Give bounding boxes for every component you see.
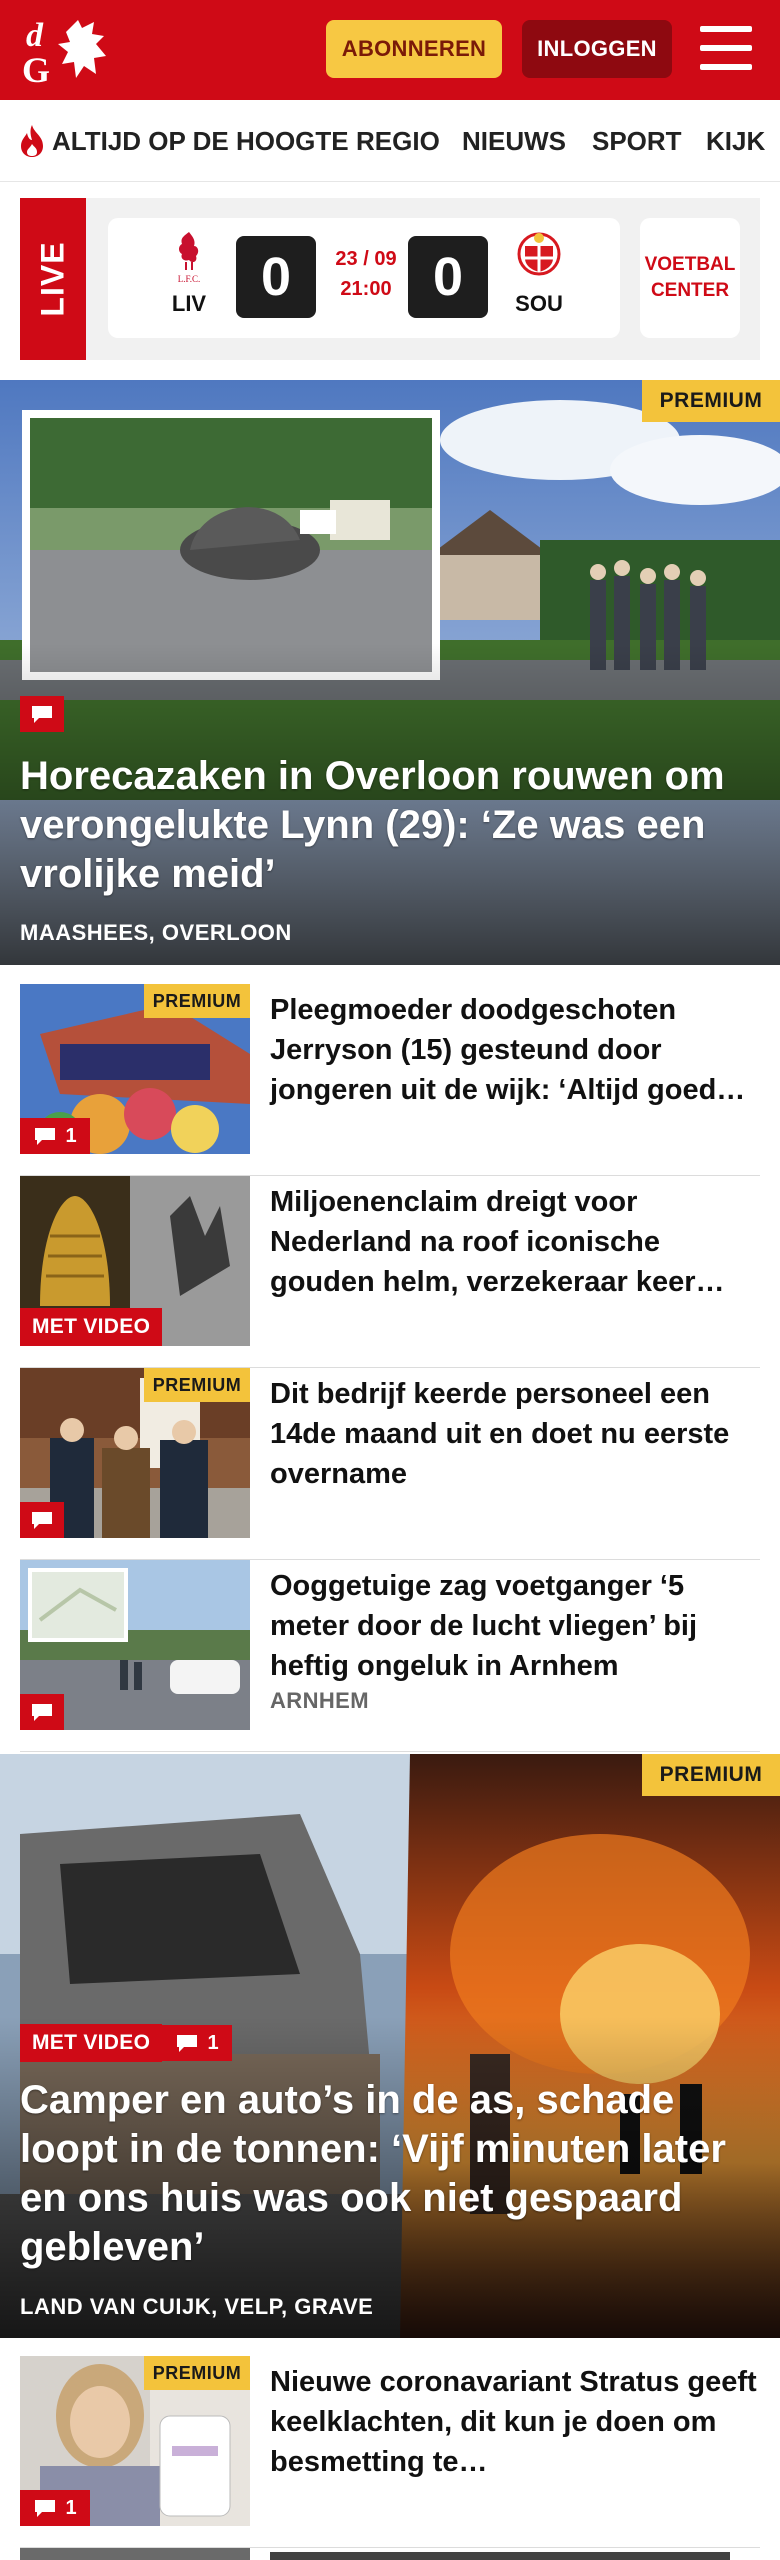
liverpool-crest-icon: L.F.C. — [178, 232, 201, 284]
match-datetime: 23 / 09 21:00 — [324, 244, 408, 304]
video-badge: MET VIDEO — [20, 1308, 163, 1346]
away-score: 0 — [408, 236, 488, 318]
live-tag: LIVE — [20, 198, 86, 360]
live-match-widget: LIVE L.F.C. LIV 0 23 / 09 21:00 0 SOU VO — [20, 198, 760, 360]
hero-article[interactable]: PREMIUM MET VIDEO 1 Camper en auto’s in … — [0, 1754, 780, 2338]
flame-icon — [21, 125, 43, 157]
nav-item-kijk[interactable]: KIJK — [706, 100, 765, 181]
match-card[interactable]: L.F.C. LIV 0 23 / 09 21:00 0 SOU — [108, 218, 620, 338]
hero-article[interactable]: PREMIUM Horecazaken in Overloon rouwen o… — [0, 380, 780, 965]
premium-badge: PREMIUM — [642, 1754, 780, 1796]
list-item[interactable]: PREMIUM Dit bedrijf keerde personeel een… — [20, 1368, 760, 1560]
comment-badge: 1 — [20, 1118, 90, 1154]
comment-badge: 1 — [162, 2025, 232, 2061]
comment-badge — [20, 696, 64, 732]
article-thumbnail — [20, 2548, 250, 2560]
match-date: 23 / 09 — [335, 248, 397, 270]
home-team: L.F.C. LIV — [154, 228, 224, 328]
premium-badge: PREMIUM — [144, 984, 250, 1018]
article-title[interactable]: Nieuwe coronavariant Stratus geeft keelk… — [270, 2362, 760, 2482]
comment-count: 1 — [65, 2496, 77, 2519]
article-title[interactable]: Dit bedrijf keerde personeel een 14de ma… — [270, 1374, 760, 1494]
article-title[interactable] — [270, 2552, 730, 2560]
comment-icon — [32, 1512, 52, 1529]
comment-count: 1 — [65, 1124, 77, 1147]
nav-item-nieuws[interactable]: NIEUWS — [462, 100, 566, 181]
list-item[interactable]: MET VIDEO Miljoenenclaim dreigt voor Ned… — [20, 1176, 760, 1368]
list-item[interactable]: PREMIUM 1 Pleegmoeder doodgeschoten Jerr… — [20, 984, 760, 1176]
svg-text:L.F.C.: L.F.C. — [178, 274, 201, 284]
hero-title[interactable]: Horecazaken in Overloon rouwen om verong… — [20, 752, 750, 899]
home-team-abbr: LIV — [171, 291, 207, 316]
article-title[interactable]: Miljoenenclaim dreigt voor Nederland na … — [270, 1182, 760, 1302]
main-nav: ALTIJD OP DE HOOGTE REGIO NIEUWS SPORT K… — [0, 100, 780, 182]
video-badge: MET VIDEO — [20, 2024, 163, 2062]
nav-item-regio[interactable]: REGIO — [356, 100, 440, 181]
away-team-abbr: SOU — [515, 291, 563, 316]
hamburger-icon[interactable] — [700, 26, 752, 70]
premium-badge: PREMIUM — [144, 2356, 250, 2390]
login-button[interactable]: INLOGGEN — [522, 20, 672, 78]
match-time: 21:00 — [340, 278, 392, 300]
comment-icon — [32, 1704, 52, 1721]
comment-badge — [20, 1694, 64, 1730]
hero-title[interactable]: Camper en auto’s in de as, schade loopt … — [20, 2076, 750, 2272]
nav-label: ALTIJD OP DE HOOGTE — [52, 125, 349, 156]
away-team: SOU — [504, 228, 574, 328]
comment-icon — [177, 2035, 198, 2052]
top-header: d G ABONNEREN INLOGGEN — [0, 0, 780, 100]
comment-count: 1 — [207, 2031, 219, 2054]
nav-item-sport[interactable]: SPORT — [592, 100, 682, 181]
premium-badge: PREMIUM — [144, 1368, 250, 1402]
premium-badge: PREMIUM — [642, 380, 780, 422]
list-item[interactable]: PREMIUM 1 Nieuwe coronavariant Stratus g… — [20, 2356, 760, 2548]
comment-badge: 1 — [20, 2490, 90, 2526]
comment-icon — [32, 706, 52, 723]
svg-text:G: G — [22, 50, 50, 88]
southampton-crest-icon — [517, 232, 561, 276]
comment-icon — [35, 1128, 56, 1145]
list-item[interactable]: Ooggetuige zag voetganger ‘5 meter door … — [20, 1560, 760, 1752]
article-location: ARNHEM — [270, 1688, 369, 1713]
comment-icon — [35, 2500, 56, 2517]
hero-location: LAND VAN CUIJK, VELP, GRAVE — [20, 2294, 374, 2319]
svg-text:d: d — [26, 17, 44, 54]
nav-item-altijd-op-de-hoogte[interactable]: ALTIJD OP DE HOOGTE — [18, 100, 349, 181]
home-score: 0 — [236, 236, 316, 318]
site-logo[interactable]: d G — [22, 12, 118, 88]
voetbal-center-button[interactable]: VOETBAL CENTER — [640, 218, 740, 338]
subscribe-button[interactable]: ABONNEREN — [326, 20, 502, 78]
article-title[interactable]: Ooggetuige zag voetganger ‘5 meter door … — [270, 1566, 760, 1686]
hero-location: MAASHEES, OVERLOON — [20, 920, 292, 945]
comment-badge — [20, 1502, 64, 1538]
article-title[interactable]: Pleegmoeder doodgeschoten Jerryson (15) … — [270, 990, 760, 1110]
